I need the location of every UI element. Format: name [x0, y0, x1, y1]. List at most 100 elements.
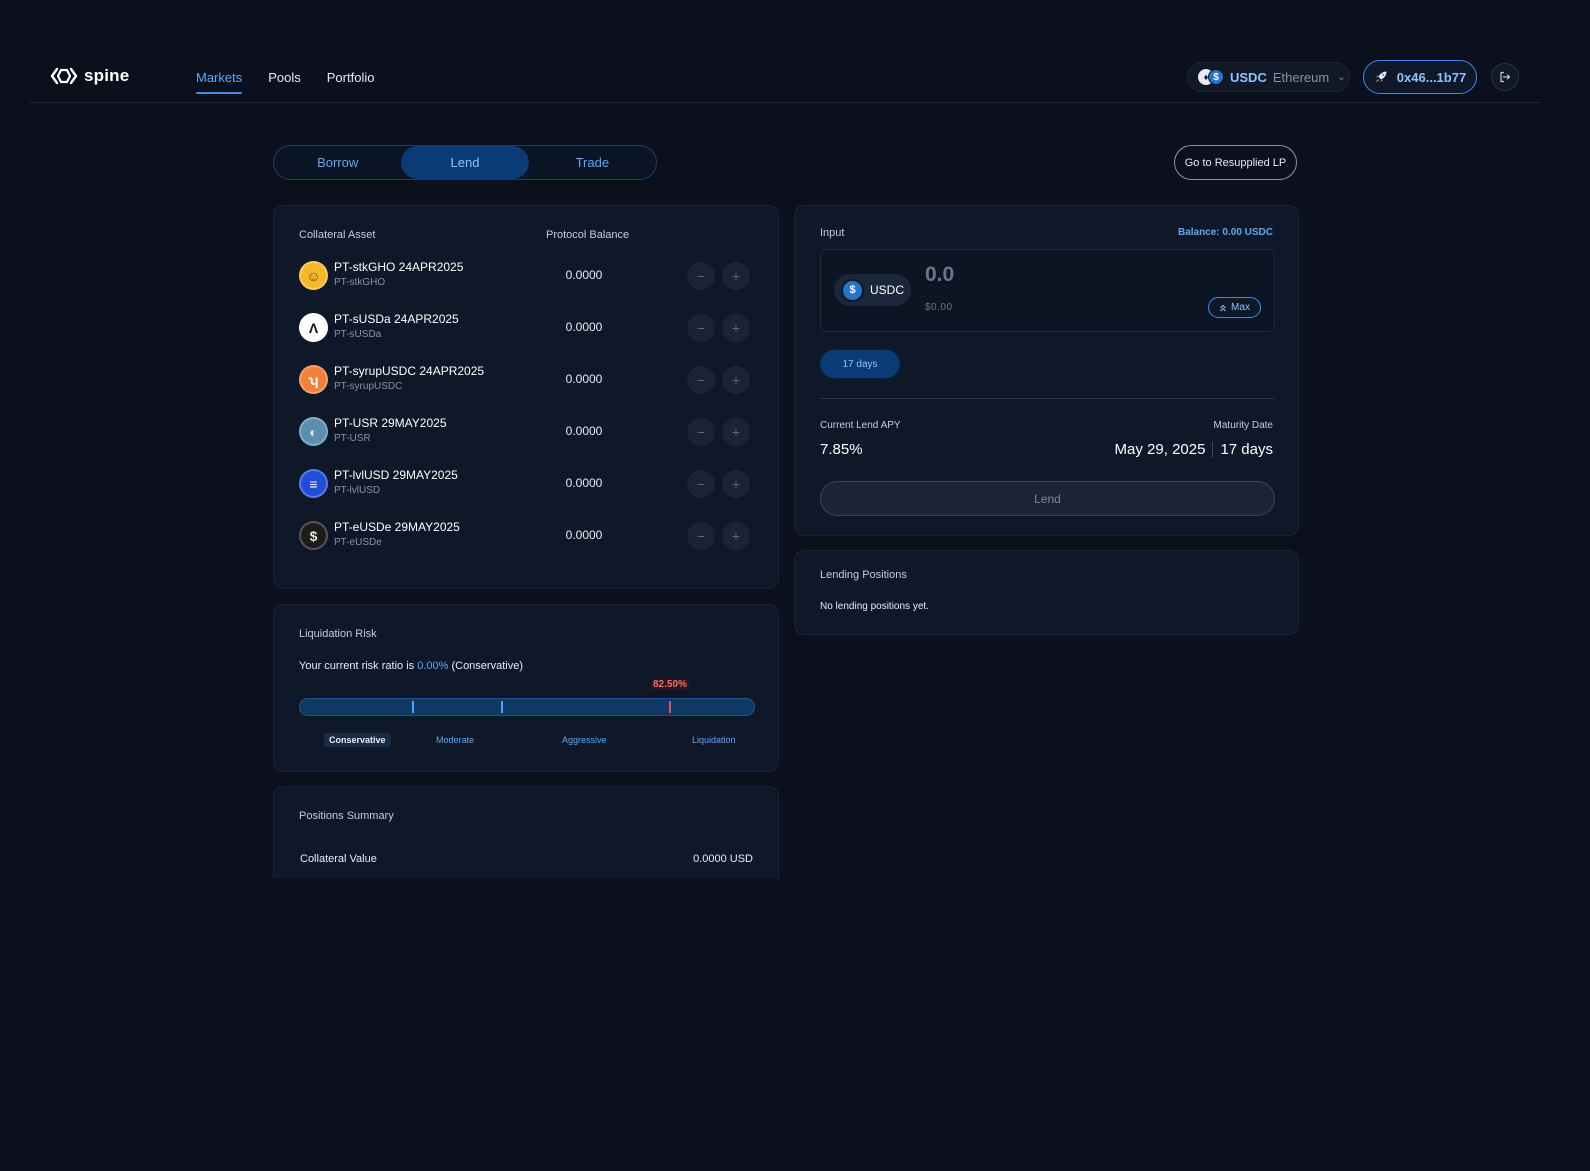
- asset-row: ☺ PT-stkGHO 24APR2025 PT-stkGHO 0.0000 − +: [299, 258, 755, 294]
- plus-icon: +: [731, 372, 741, 388]
- lend-card: Input Balance: 0.00 USDC $ USDC $0.00 Ma…: [794, 205, 1299, 536]
- increase-button[interactable]: +: [722, 314, 750, 342]
- network-selector[interactable]: ♦ $ USDC Ethereum ⌄: [1187, 62, 1350, 92]
- rocket-icon: [1375, 71, 1387, 83]
- risk-scale-conservative: Conservative: [324, 733, 391, 747]
- nav-portfolio[interactable]: Portfolio: [327, 54, 375, 103]
- lending-positions-empty: No lending positions yet.: [820, 601, 929, 612]
- risk-tick-moderate: [412, 701, 414, 713]
- asset-symbol: PT-eUSDe: [334, 537, 382, 548]
- usd-value: $0.00: [925, 302, 953, 313]
- maturity-value: May 29, 2025 17 days: [1115, 441, 1273, 458]
- risk-ratio-prefix: Your current risk ratio is: [299, 660, 418, 672]
- nav-pools[interactable]: Pools: [268, 54, 301, 103]
- decrease-button[interactable]: −: [687, 366, 715, 394]
- lend-button[interactable]: Lend: [820, 481, 1275, 516]
- tab-lend[interactable]: Lend: [401, 146, 529, 179]
- network-chain-label: Ethereum: [1272, 69, 1330, 85]
- asset-protocol-balance: 0.0000: [565, 320, 603, 334]
- plus-icon: +: [731, 528, 741, 544]
- increase-button[interactable]: +: [722, 470, 750, 498]
- stkgho-icon: ☺: [299, 261, 328, 290]
- token-selector[interactable]: $ USDC: [834, 274, 911, 306]
- top-header: spine Markets Pools Portfolio ♦ $ USDC E…: [29, 54, 1541, 103]
- main-nav: Markets Pools Portfolio: [196, 54, 400, 103]
- input-label: Input: [820, 227, 845, 239]
- asset-protocol-balance: 0.0000: [565, 528, 603, 542]
- risk-ratio-value: 0.00%: [417, 660, 449, 672]
- asset-symbol: PT-sUSDa: [334, 329, 382, 340]
- tab-borrow[interactable]: Borrow: [274, 146, 401, 179]
- liquidation-risk-card: Liquidation Risk Your current risk ratio…: [273, 604, 779, 772]
- decrease-button[interactable]: −: [687, 262, 715, 290]
- lvlusd-icon: ≡: [299, 469, 328, 498]
- liquidation-risk-title: Liquidation Risk: [299, 628, 377, 640]
- tab-trade[interactable]: Trade: [529, 146, 656, 179]
- usr-icon: ◐: [299, 417, 328, 446]
- chevron-down-icon: ⌄: [1337, 71, 1346, 83]
- logout-button[interactable]: [1491, 63, 1519, 91]
- risk-ratio-text: Your current risk ratio is 0.00% (Conser…: [299, 660, 523, 672]
- wallet-button[interactable]: 0x46...1b77: [1363, 60, 1477, 94]
- logo[interactable]: spine: [50, 66, 129, 86]
- logout-icon: [1500, 71, 1511, 83]
- decrease-button[interactable]: −: [687, 314, 715, 342]
- increase-button[interactable]: +: [722, 366, 750, 394]
- risk-bar: [299, 698, 755, 716]
- amount-input[interactable]: [925, 262, 1145, 288]
- minus-icon: −: [696, 424, 706, 440]
- risk-scale-aggressive: Aggressive: [562, 735, 607, 745]
- minus-icon: −: [696, 372, 706, 388]
- collateral-value-label: Collateral Value: [300, 853, 377, 865]
- asset-row: Λ PT-sUSDa 24APR2025 PT-sUSDa 0.0000 − +: [299, 310, 755, 346]
- decrease-button[interactable]: −: [687, 418, 715, 446]
- decrease-button[interactable]: −: [687, 470, 715, 498]
- plus-icon: +: [731, 320, 741, 336]
- asset-protocol-balance: 0.0000: [565, 476, 603, 490]
- balance-label[interactable]: Balance: 0.00 USDC: [1178, 227, 1273, 238]
- increase-button[interactable]: +: [722, 262, 750, 290]
- usdc-icon: $: [843, 280, 862, 300]
- asset-row: ≡ PT-lvlUSD 29MAY2025 PT-lvlUSD 0.0000 − +: [299, 466, 755, 502]
- collateral-card: Collateral Asset Protocol Balance ☺ PT-st…: [273, 205, 779, 589]
- maturity-days: 17 days: [1220, 441, 1273, 458]
- max-button[interactable]: Max: [1208, 297, 1261, 318]
- asset-name: PT-eUSDe 29MAY2025: [334, 520, 460, 534]
- double-chevron-up-icon: [1220, 304, 1226, 311]
- maturity-label: Maturity Date: [1213, 420, 1273, 431]
- asset-row: ◐ PT-USR 29MAY2025 PT-USR 0.0000 − +: [299, 414, 755, 450]
- asset-row: ʮ PT-syrupUSDC 24APR2025 PT-syrupUSDC 0.000…: [299, 362, 755, 398]
- decrease-button[interactable]: −: [687, 522, 715, 550]
- token-label: USDC: [870, 283, 905, 297]
- minus-icon: −: [696, 476, 706, 492]
- syrupusdc-icon: ʮ: [299, 365, 328, 394]
- mode-tabs: Borrow Lend Trade: [273, 145, 657, 180]
- asset-name: PT-lvlUSD 29MAY2025: [334, 468, 458, 482]
- asset-symbol: PT-syrupUSDC: [334, 381, 403, 392]
- amount-box: $ USDC $0.00 Max: [820, 249, 1275, 332]
- term-chip[interactable]: 17 days: [820, 350, 900, 378]
- asset-symbol: PT-lvlUSD: [334, 485, 381, 496]
- asset-protocol-balance: 0.0000: [565, 424, 603, 438]
- asset-row: $ PT-eUSDe 29MAY2025 PT-eUSDe 0.0000 − +: [299, 518, 755, 554]
- asset-protocol-balance: 0.0000: [565, 372, 603, 386]
- lending-positions-title: Lending Positions: [820, 569, 907, 581]
- asset-name: PT-syrupUSDC 24APR2025: [334, 364, 485, 378]
- wallet-address: 0x46...1b77: [1396, 69, 1467, 85]
- liquidation-threshold-label: 82.50%: [651, 679, 689, 690]
- collateral-asset-header: Collateral Asset: [299, 229, 376, 241]
- nav-markets[interactable]: Markets: [196, 54, 243, 103]
- apy-label: Current Lend APY: [820, 420, 901, 431]
- risk-scale-liquidation: Liquidation: [692, 735, 736, 745]
- minus-icon: −: [696, 528, 706, 544]
- maturity-separator: [1212, 441, 1214, 458]
- apy-value: 7.85%: [820, 441, 863, 458]
- eusde-icon: $: [299, 521, 328, 550]
- asset-name: PT-stkGHO 24APR2025: [334, 260, 464, 274]
- asset-name: PT-USR 29MAY2025: [334, 416, 447, 430]
- increase-button[interactable]: +: [722, 522, 750, 550]
- go-to-resupplied-lp-button[interactable]: Go to Resupplied LP: [1174, 145, 1297, 180]
- increase-button[interactable]: +: [722, 418, 750, 446]
- logo-text: spine: [84, 66, 130, 85]
- collateral-value: 0.0000 USD: [693, 853, 753, 865]
